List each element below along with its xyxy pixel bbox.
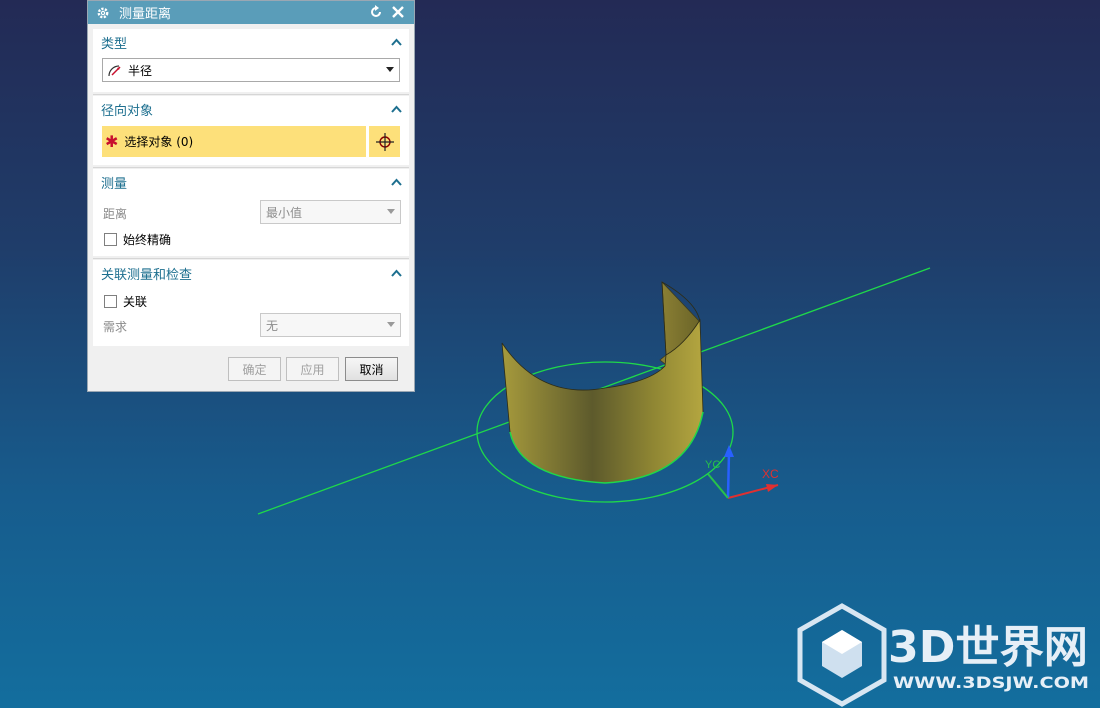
collapse-assoc-icon[interactable]: [390, 268, 402, 278]
crosshair-icon: [375, 132, 394, 151]
object-picker-button[interactable]: [369, 126, 400, 157]
select-object-row[interactable]: ✱ 选择对象 (0): [102, 126, 366, 157]
type-select[interactable]: 半径: [102, 58, 400, 82]
watermark-url: WWW.3DSJW.COM: [893, 673, 1089, 692]
section-associative: 关联测量和检查 关联 需求 无: [93, 260, 409, 346]
triad-y-label: YC: [705, 459, 720, 471]
section-measure-label: 测量: [101, 176, 128, 192]
section-measure: 测量 距离 最小值 始终精确: [93, 169, 409, 256]
collapse-measure-icon[interactable]: [390, 177, 402, 187]
cancel-button[interactable]: 取消: [345, 357, 398, 381]
requirement-select[interactable]: 无: [260, 313, 401, 337]
gear-icon[interactable]: [95, 5, 111, 21]
watermark: 3D世界网 WWW.3DSJW.COM: [797, 603, 1089, 707]
chevron-down-icon: [386, 67, 394, 72]
requirement-select-value: 无: [266, 318, 279, 333]
select-object-label: 选择对象 (0): [124, 135, 194, 149]
apply-button[interactable]: 应用: [286, 357, 339, 381]
wcs-triad: XC YC: [705, 445, 779, 499]
watermark-brand: 3D世界网: [888, 622, 1088, 673]
section-radial-label: 径向对象: [101, 103, 154, 119]
section-type-label: 类型: [101, 36, 128, 52]
required-asterisk-icon: ✱: [105, 132, 119, 151]
reset-icon[interactable]: [368, 4, 384, 20]
chevron-down-icon: [387, 209, 395, 214]
section-radial-object: 径向对象 ✱ 选择对象 (0): [93, 96, 409, 165]
always-precise-row[interactable]: 始终精确: [104, 231, 171, 248]
section-assoc-label: 关联测量和检查: [101, 267, 193, 283]
collapse-radial-icon[interactable]: [390, 104, 402, 114]
ok-button[interactable]: 确定: [228, 357, 281, 381]
measure-distance-dialog: 测量距离 类型 半径 径向对象 ✱ 选择对象 (0) 测量 距离 最小值 始终精…: [87, 0, 415, 392]
always-precise-label: 始终精确: [123, 233, 172, 247]
dialog-titlebar[interactable]: 测量距离: [88, 1, 414, 24]
triad-x-label: XC: [762, 467, 779, 481]
radius-icon: [108, 63, 124, 77]
associative-row[interactable]: 关联: [104, 293, 147, 310]
distance-select[interactable]: 最小值: [260, 200, 401, 224]
always-precise-checkbox[interactable]: [104, 233, 117, 246]
collapse-type-icon[interactable]: [390, 37, 402, 47]
associative-label: 关联: [123, 295, 148, 309]
dialog-title: 测量距离: [119, 7, 172, 22]
chevron-down-icon: [387, 322, 395, 327]
distance-select-value: 最小值: [266, 205, 303, 220]
associative-checkbox[interactable]: [104, 295, 117, 308]
distance-label: 距离: [103, 207, 128, 221]
section-type: 类型 半径: [93, 29, 409, 92]
dialog-button-bar: 确定 应用 取消: [88, 353, 414, 391]
close-icon[interactable]: [390, 4, 406, 20]
type-select-value: 半径: [128, 63, 153, 78]
requirement-label: 需求: [103, 320, 128, 334]
